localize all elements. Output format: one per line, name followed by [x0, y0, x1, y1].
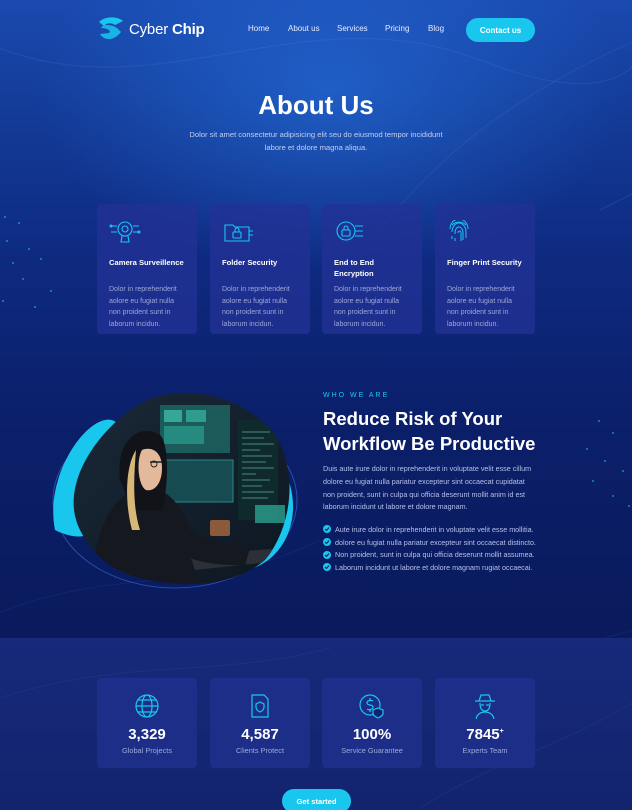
stat-label: Global Projects — [121, 746, 173, 755]
fingerprint-icon — [449, 218, 469, 241]
feature-card-camera[interactable]: Camera Surveillence Dolor in reprehender… — [97, 204, 197, 334]
feature-desc: Dolor in reprehenderit aolore eu fugiat … — [334, 286, 402, 328]
checklist: Aute irure dolor in reprehenderit in vol… — [323, 523, 536, 574]
stat-label: Experts Team — [462, 746, 508, 755]
list-item: Non proident, sunt in culpa qui officia … — [323, 548, 536, 561]
logo-text: Cyber Chip — [129, 20, 205, 38]
checklist-text: Laborum incidunt ut labore et dolore mag… — [335, 562, 533, 572]
list-item: Aute irure dolor in reprehenderit in vol… — [323, 523, 536, 536]
hero-subtitle: Dolor sit amet consectetur adipisicing e… — [189, 130, 443, 152]
logo-icon — [99, 17, 123, 40]
feature-card-encryption[interactable]: End to End Encryption Dolor in reprehend… — [322, 204, 422, 334]
stat-card-projects: 3,329 Global Projects — [97, 678, 197, 768]
check-icon — [323, 525, 331, 534]
hacker-icon — [475, 694, 495, 720]
stat-label: Service Guarantee — [341, 746, 403, 755]
section-eyebrow: WHO WE ARE — [323, 392, 390, 399]
stat-value: 7845+ — [466, 726, 504, 743]
site-header: Cyber Chip Home About us Services Pricin… — [0, 0, 632, 60]
check-icon — [323, 538, 331, 547]
hacker-photo-illustration — [52, 392, 298, 589]
get-started-button[interactable]: Get started — [282, 789, 351, 810]
stat-value: 100% — [352, 726, 392, 743]
encryption-icon — [336, 221, 363, 241]
shield-document-icon — [251, 694, 269, 718]
stats-section — [0, 638, 632, 810]
nav-item-home[interactable]: Home — [248, 24, 269, 33]
page-title: About Us — [258, 90, 374, 120]
folder-lock-icon — [224, 224, 253, 242]
checklist-text: dolore eu fugiat nulla pariatur excepteu… — [335, 537, 536, 547]
feature-title: Finger Print Security — [447, 258, 522, 267]
nav-item-about[interactable]: About us — [288, 24, 320, 33]
section-description: Duis aute irure dolor in reprehenderit i… — [323, 464, 532, 512]
nav-item-blog[interactable]: Blog — [428, 24, 444, 33]
stat-value: 3,329 — [128, 726, 166, 743]
nav-item-pricing[interactable]: Pricing — [385, 24, 409, 33]
stat-card-clients: 4,587 Clients Protect — [210, 678, 310, 768]
globe-icon — [135, 694, 159, 718]
check-icon — [323, 563, 331, 572]
feature-title: Folder Security — [222, 258, 278, 267]
stat-value: 4,587 — [241, 726, 279, 743]
nav-item-services[interactable]: Services — [337, 24, 368, 33]
feature-desc: Dolor in reprehenderit aolore eu fugiat … — [447, 286, 515, 328]
contact-button[interactable]: Contact us — [466, 18, 535, 42]
logo[interactable]: Cyber Chip — [97, 16, 205, 42]
checklist-text: Non proident, sunt in culpa qui officia … — [335, 550, 535, 560]
stat-label: Clients Protect — [235, 746, 285, 755]
feature-title: Camera Surveillence — [109, 258, 184, 267]
feature-desc: Dolor in reprehenderit aolore eu fugiat … — [109, 286, 177, 328]
stat-card-experts: 7845+ Experts Team — [435, 678, 535, 768]
feature-title: End to End Encryption — [334, 258, 375, 278]
page: Cyber Chip Home About us Services Pricin… — [0, 0, 632, 810]
camera-icon — [109, 221, 141, 243]
stats-decorative-lines — [0, 647, 632, 809]
feature-card-folder[interactable]: Folder Security Dolor in reprehenderit a… — [210, 204, 310, 334]
checklist-text: Aute irure dolor in reprehenderit in vol… — [335, 524, 534, 534]
dollar-shield-icon — [359, 694, 384, 719]
list-item: Laborum incidunt ut labore et dolore mag… — [323, 561, 536, 574]
feature-desc: Dolor in reprehenderit aolore eu fugiat … — [222, 286, 290, 328]
check-icon — [323, 550, 331, 559]
feature-card-fingerprint[interactable]: Finger Print Security Dolor in reprehend… — [435, 204, 535, 334]
list-item: dolore eu fugiat nulla pariatur excepteu… — [323, 536, 536, 549]
section-title: Reduce Risk of Your Workflow Be Producti… — [323, 408, 536, 454]
stat-card-guarantee: 100% Service Guarantee — [322, 678, 422, 768]
